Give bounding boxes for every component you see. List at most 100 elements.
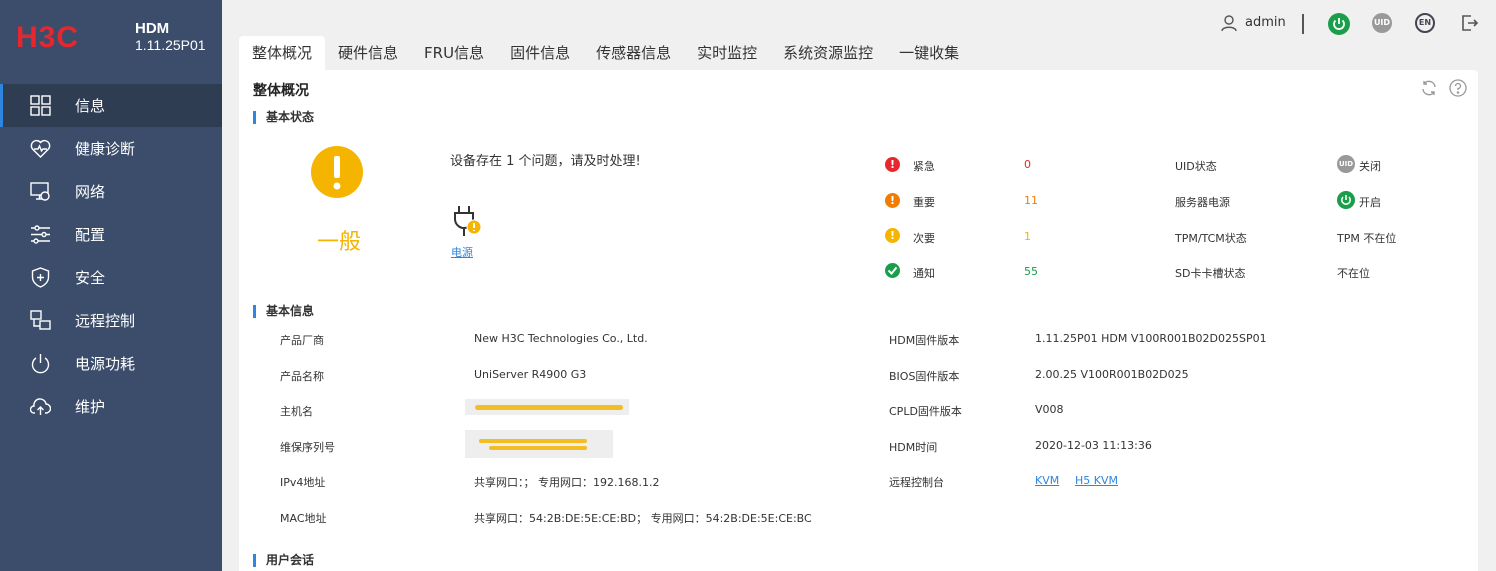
info-label: CPLD固件版本	[889, 405, 962, 418]
refresh-icon[interactable]	[1420, 79, 1438, 97]
sidebar-item-remote[interactable]: 远程控制	[0, 299, 222, 342]
uid-status-icon: UID	[1337, 155, 1355, 173]
info-label: IPv4地址	[280, 476, 326, 489]
check-circle-icon	[885, 263, 900, 278]
sd-slot-status-value: 不在位	[1337, 267, 1370, 280]
tab-bar: 整体概况 硬件信息 FRU信息 固件信息 传感器信息 实时监控 系统资源监控 一…	[239, 36, 972, 70]
info-label: 维保序列号	[280, 441, 335, 454]
uid-status-value: 关闭	[1359, 160, 1381, 173]
warning-icon	[311, 146, 363, 198]
hdm-firmware-value: 1.11.25P01 HDM V100R001B02D025SP01	[1035, 332, 1267, 345]
h3c-logo: H3C	[16, 22, 79, 50]
sidebar-item-label: 健康诊断	[75, 140, 136, 158]
remote-control-icon	[30, 310, 51, 330]
alert-count-minor[interactable]: 1	[1024, 230, 1031, 243]
sidebar-item-maintenance[interactable]: 维护	[0, 385, 222, 428]
tab-overview[interactable]: 整体概况	[239, 36, 326, 70]
major-alert-icon: !	[885, 193, 900, 208]
product-name: HDM	[135, 20, 170, 37]
info-label: 产品厂商	[280, 334, 324, 347]
h5-kvm-link[interactable]: H5 KVM	[1075, 474, 1118, 487]
info-label: BIOS固件版本	[889, 370, 960, 383]
svg-text:H3C: H3C	[16, 22, 79, 50]
help-icon[interactable]	[1449, 79, 1467, 97]
sidebar-item-label: 网络	[75, 183, 106, 201]
sidebar-item-label: 电源功耗	[75, 355, 136, 373]
info-label: 远程控制台	[889, 476, 944, 489]
server-power-value: 开启	[1359, 196, 1381, 209]
sidebar-item-label: 远程控制	[75, 312, 136, 330]
sidebar-item-label: 配置	[75, 226, 106, 244]
alert-label: 紧急	[913, 160, 935, 173]
redaction-mark	[475, 405, 623, 410]
sidebar-item-network[interactable]: 网络	[0, 170, 222, 213]
sidebar: H3C HDM 1.11.25P01 信息 健康诊断 网络 配置 安全 远程控制…	[0, 0, 222, 571]
alert-label: 次要	[913, 232, 935, 245]
bios-firmware-value: 2.00.25 V100R001B02D025	[1035, 368, 1189, 381]
alert-label: 重要	[913, 196, 935, 209]
info-label: MAC地址	[280, 512, 327, 525]
redaction-mark	[489, 446, 587, 450]
info-label: 产品名称	[280, 370, 324, 383]
critical-alert-icon: !	[885, 157, 900, 172]
info-label: HDM时间	[889, 441, 938, 454]
power-icon	[31, 354, 50, 374]
section-basic-info: 基本信息	[253, 305, 314, 318]
power-problem-link[interactable]: 电源	[451, 244, 473, 260]
hdm-time-value: 2020-12-03 11:13:36	[1035, 439, 1152, 452]
sliders-icon	[31, 225, 50, 244]
sidebar-item-security[interactable]: 安全	[0, 256, 222, 299]
cpld-firmware-value: V008	[1035, 403, 1064, 416]
state-label: SD卡卡槽状态	[1175, 267, 1246, 280]
sidebar-item-config[interactable]: 配置	[0, 213, 222, 256]
alert-count-info[interactable]: 55	[1024, 265, 1038, 278]
state-label: TPM/TCM状态	[1175, 232, 1247, 245]
tab-one-click-collect[interactable]: 一键收集	[886, 36, 972, 70]
brand: H3C HDM 1.11.25P01	[0, 0, 222, 84]
section-user-sessions: 用户会话	[253, 554, 314, 567]
alert-count-major[interactable]: 11	[1024, 194, 1038, 207]
language-button[interactable]: EN	[1415, 13, 1435, 33]
uid-button[interactable]: UID	[1372, 13, 1392, 33]
vendor-value: New H3C Technologies Co., Ltd.	[474, 332, 648, 345]
user-name[interactable]: admin	[1245, 15, 1286, 30]
sidebar-item-label: 维护	[75, 398, 106, 416]
health-level: 一般	[317, 230, 362, 255]
minor-alert-icon: !	[885, 228, 900, 243]
alert-label: 通知	[913, 267, 935, 280]
divider	[1302, 14, 1304, 34]
serial-redacted	[465, 430, 613, 458]
main-panel: 整体概况 基本状态 一般 设备存在 1 个问题，请及时处理! 电源 ! 紧急 0…	[239, 70, 1478, 571]
product-name-value: UniServer R4900 G3	[474, 368, 587, 381]
kvm-link[interactable]: KVM	[1035, 474, 1059, 487]
power-status-icon[interactable]	[1328, 13, 1350, 35]
info-label: 主机名	[280, 405, 313, 418]
state-label: UID状态	[1175, 160, 1217, 173]
sidebar-item-label: 安全	[75, 269, 106, 287]
network-icon	[30, 182, 50, 201]
heart-pulse-icon	[30, 139, 51, 158]
sidebar-item-power[interactable]: 电源功耗	[0, 342, 222, 385]
cloud-upload-icon	[30, 398, 51, 415]
mac-value: 共享网口：54:2B:DE:5E:CE:BD； 专用网口：54:2B:DE:5E…	[474, 512, 812, 525]
user-icon	[1221, 15, 1237, 32]
sidebar-item-health[interactable]: 健康诊断	[0, 127, 222, 170]
info-label: HDM固件版本	[889, 334, 960, 347]
page-title: 整体概况	[253, 83, 309, 99]
logout-icon[interactable]	[1459, 13, 1479, 33]
tab-firmware[interactable]: 固件信息	[497, 36, 583, 70]
alert-count-critical[interactable]: 0	[1024, 158, 1031, 171]
shield-icon	[31, 267, 50, 288]
grid-icon	[30, 95, 51, 116]
tab-realtime-monitor[interactable]: 实时监控	[684, 36, 770, 70]
tab-sensors[interactable]: 传感器信息	[583, 36, 684, 70]
power-plug-icon[interactable]	[450, 204, 482, 238]
tab-hardware[interactable]: 硬件信息	[325, 36, 411, 70]
issue-message: 设备存在 1 个问题，请及时处理!	[450, 154, 641, 169]
product-version: 1.11.25P01	[135, 37, 206, 53]
server-power-icon	[1337, 191, 1355, 209]
state-label: 服务器电源	[1175, 196, 1230, 209]
sidebar-item-info[interactable]: 信息	[0, 84, 222, 127]
tab-fru[interactable]: FRU信息	[411, 36, 497, 70]
tab-system-resources[interactable]: 系统资源监控	[770, 36, 886, 70]
